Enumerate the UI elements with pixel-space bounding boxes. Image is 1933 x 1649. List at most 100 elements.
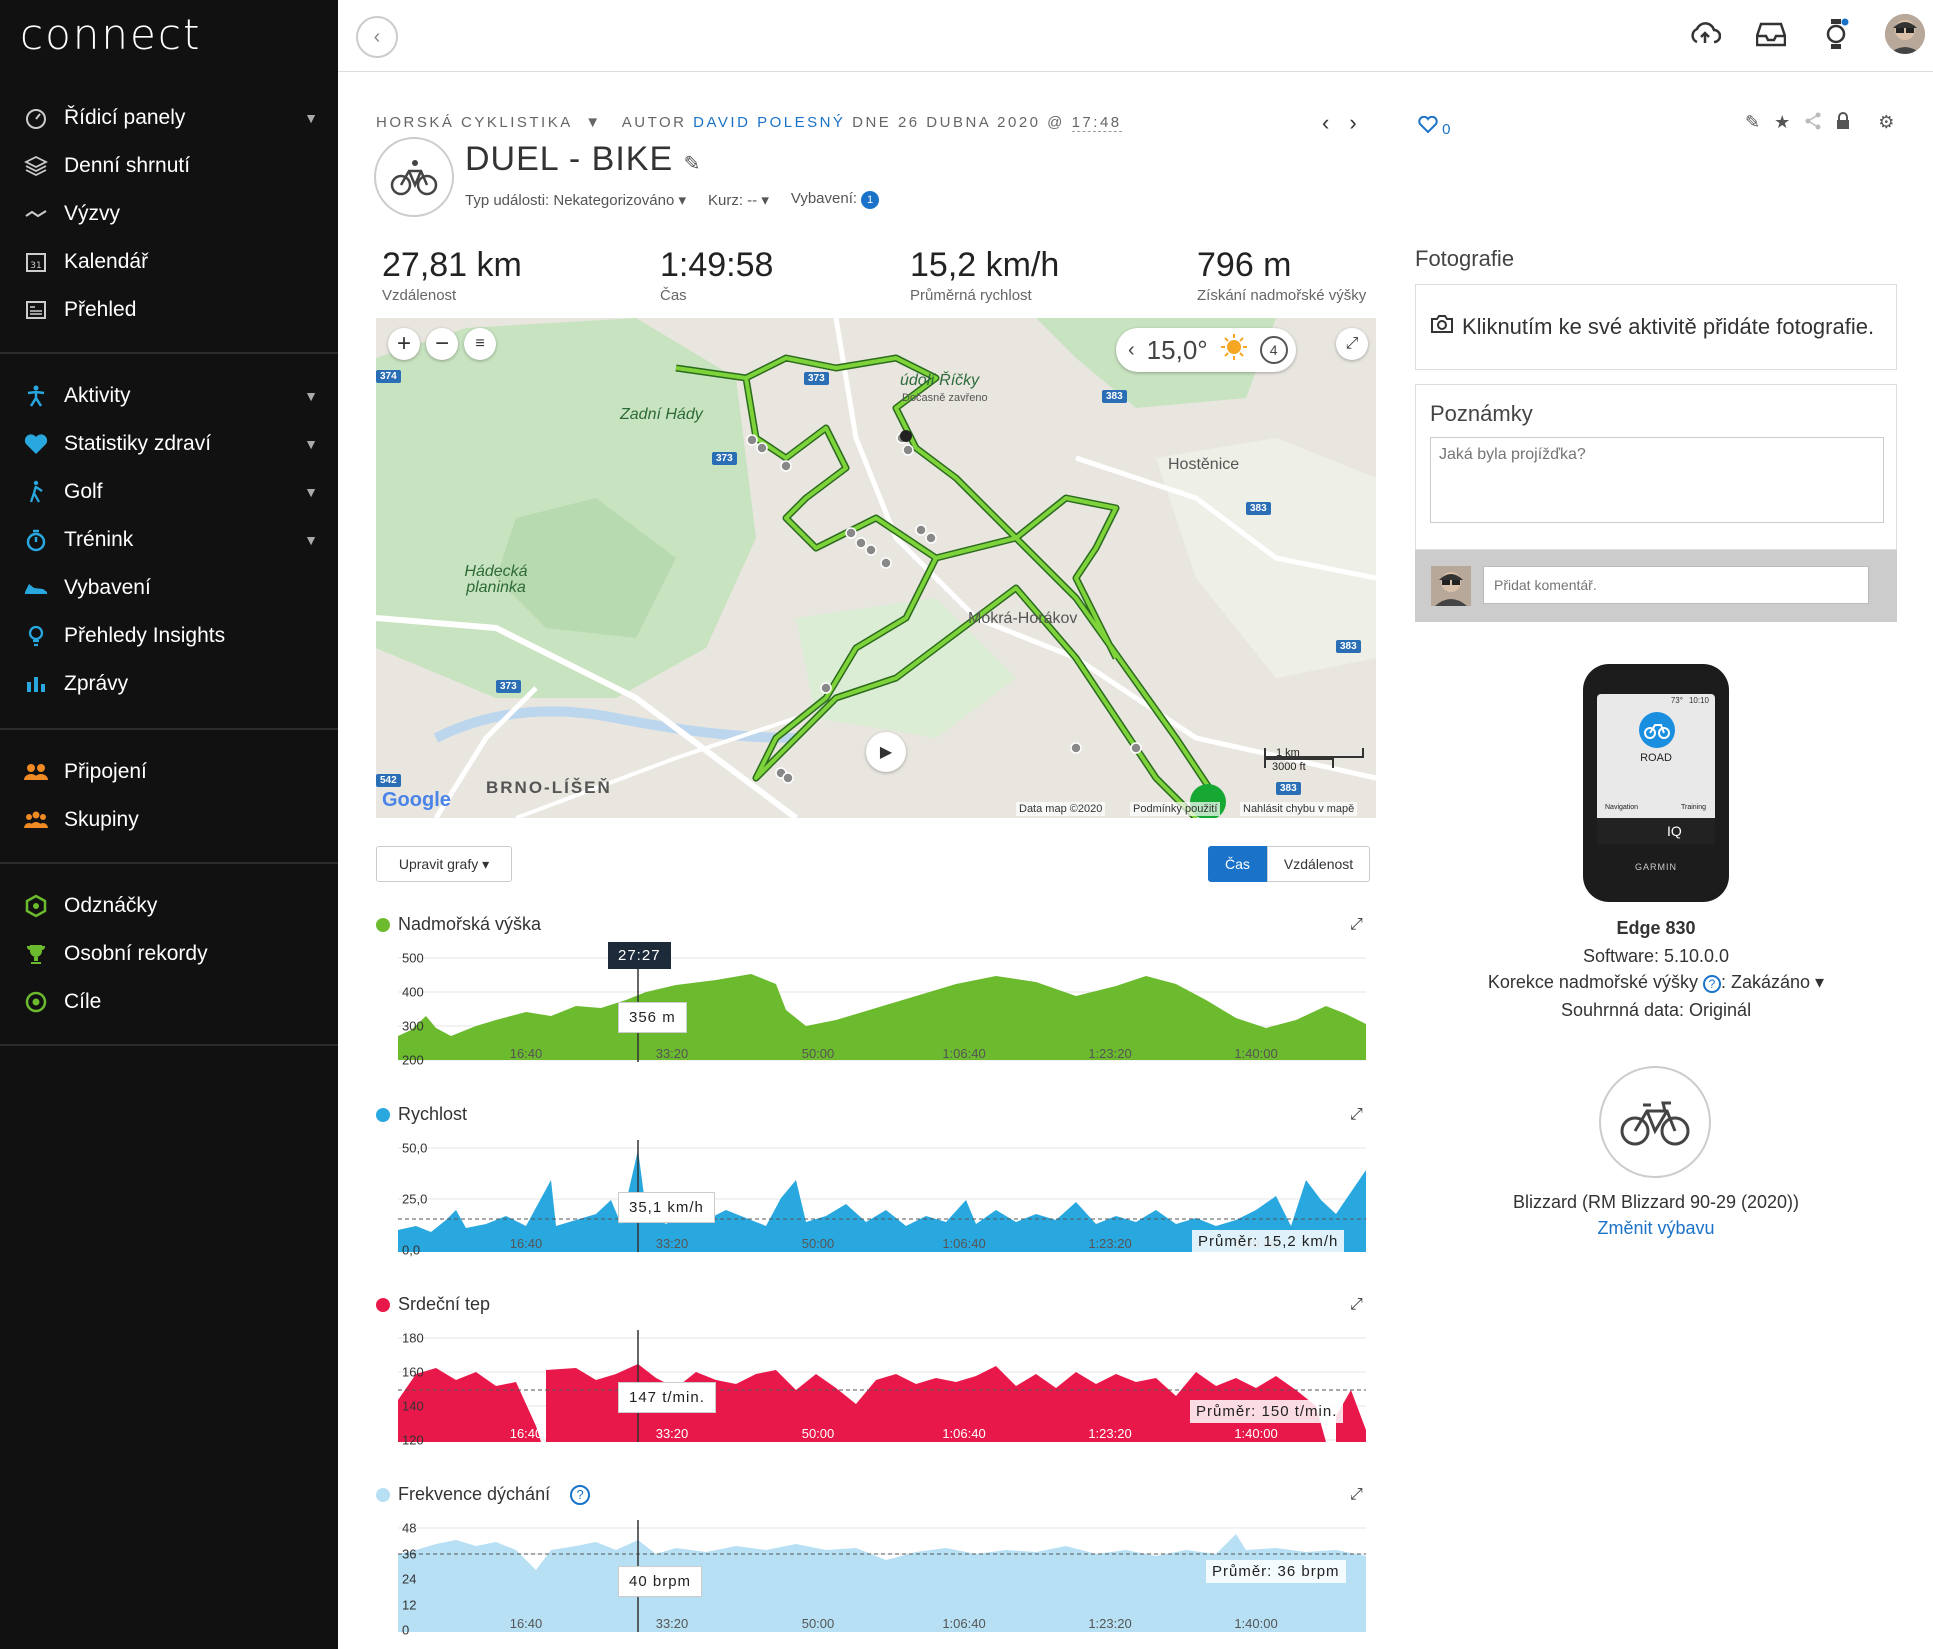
sidebar-item-gear[interactable]: Vybavení [0,564,338,612]
nav-group-social: Připojení Skupiny [0,748,338,844]
user-avatar[interactable] [1885,14,1925,54]
y-tick: 48 [402,1520,417,1536]
notes-input[interactable] [1430,437,1884,523]
route-map[interactable]: + − ≡ ‹ 15,0° 4 ⤢ Zadní Hády Hádecká pla… [376,318,1376,818]
activity-time[interactable]: 17:48 [1071,114,1122,132]
caret-down-icon[interactable]: ▼ [579,114,616,131]
watch-icon[interactable] [1819,16,1855,52]
share-icon[interactable] [1804,112,1822,135]
fullscreen-map-button[interactable]: ⤢ [1336,328,1368,360]
y-tick: 200 [402,1052,424,1068]
sidebar-item-badges[interactable]: Odznáčky [0,882,338,930]
next-activity-icon[interactable]: › [1349,110,1356,136]
toggle-distance[interactable]: Vzdálenost [1266,846,1371,882]
sidebar-item-label: Skupiny [64,808,139,831]
breathing-chart[interactable]: 48 36 24 12 0 16:40 33:20 50:00 1:06:40 … [376,1520,1376,1640]
change-gear-link[interactable]: Změnit výbavu [1415,1218,1897,1239]
expand-chart-icon[interactable]: ⤢ [1350,1106,1363,1124]
back-button[interactable]: ‹ [356,16,398,58]
connect-logo[interactable]: connect [20,10,201,59]
sidebar-item-dashboards[interactable]: Řídicí panely ▼ [0,94,338,142]
map-attribution: Data map ©2020 [1016,802,1106,816]
sidebar-item-records[interactable]: Osobní rekordy [0,930,338,978]
activity-type[interactable]: HORSKÁ CYKLISTIKA [376,114,572,131]
help-icon[interactable]: ? [570,1484,591,1505]
x-tick: 33:20 [655,1616,689,1631]
photos-title: Fotografie [1415,246,1515,271]
device-screen-time: 10:10 [1688,696,1709,705]
stat-avg-speed: 15,2 km/h Průměrná rychlost [910,246,1059,304]
y-tick: 50,0 [402,1140,428,1156]
expand-chart-icon[interactable]: ⤢ [1350,1296,1363,1314]
sidebar-item-golf[interactable]: Golf ▼ [0,468,338,516]
chart-title-elevation: Nadmořská výška [376,914,541,935]
sidebar-item-calendar[interactable]: 31 Kalendář [0,238,338,286]
event-type-dropdown[interactable]: Typ události: Nekategorizováno ▾ [465,191,686,209]
course-dropdown[interactable]: Kurz: -- ▾ [708,191,769,209]
map-report-link[interactable]: Nahlásit chybu v mapě [1240,802,1358,816]
zoom-in-button[interactable]: + [388,328,420,360]
author-link[interactable]: DAVID POLESNÝ [693,114,845,131]
heart-rate-chart[interactable]: 180 160 140 120 16:40 33:20 50:00 1:06:4… [376,1330,1376,1450]
play-route-button[interactable]: ▶ [866,732,906,772]
expand-chart-icon[interactable]: ⤢ [1350,916,1363,934]
map-layers-button[interactable]: ≡ [464,328,496,360]
like-button[interactable]: 0 [1418,115,1451,138]
help-icon[interactable]: ? [1702,975,1721,993]
road-shield: 383 [1336,640,1361,653]
stat-value: 1:49:58 [660,246,774,284]
comment-input[interactable] [1483,566,1869,604]
x-axis-toggle: Čas Vzdálenost [1208,846,1371,882]
elev-correction-dropdown[interactable]: : Zakázáno ▾ [1721,972,1824,992]
play-icon: ▶ [879,744,893,761]
edit-charts-button[interactable]: Upravit grafy ▾ [376,846,512,882]
x-tick: 50:00 [801,1236,835,1251]
upload-cloud-icon[interactable] [1687,16,1723,52]
sidebar-divider [0,728,338,730]
stat-label: Vzdálenost [382,287,457,304]
toggle-time[interactable]: Čas [1208,846,1267,882]
sidebar-item-insights[interactable]: Přehledy Insights [0,612,338,660]
chevron-left-icon[interactable]: ‹ [1128,339,1135,362]
device-screen-nav: Navigation [1605,804,1639,811]
map-scale: 1 km 3000 ft [1264,748,1364,773]
zoom-out-button[interactable]: − [426,328,458,360]
group-icon [22,806,50,834]
lock-icon[interactable] [1836,112,1850,135]
star-icon[interactable]: ★ [1774,112,1790,135]
elevation-chart[interactable]: 500 400 300 200 16:40 33:20 50:00 1:06:4… [376,942,1376,1070]
sidebar-item-activities[interactable]: Aktivity ▼ [0,372,338,420]
wind-speed: 4 [1269,342,1278,358]
bike-name: Blizzard (RM Blizzard 90-29 (2020)) [1512,1192,1800,1212]
map-terms-link[interactable]: Podmínky použití [1130,802,1221,816]
edit-title-pencil-icon[interactable]: ✎ [684,153,702,175]
prev-activity-icon[interactable]: ‹ [1322,110,1329,136]
stat-time: 1:49:58 Čas [660,246,773,304]
gear-info[interactable]: Vybavení: 1 [791,190,880,209]
add-photo-button[interactable]: Kliknutím ke své aktivitě přidáte fotogr… [1415,284,1897,370]
sidebar-item-groups[interactable]: Skupiny [0,796,338,844]
x-tick: 1:40:00 [1234,1616,1278,1631]
sidebar-item-training[interactable]: Trénink ▼ [0,516,338,564]
summary-data: Souhrnná data: Originál [1560,1000,1752,1020]
inbox-icon[interactable] [1753,16,1789,52]
sidebar-item-overview[interactable]: Přehled [0,286,338,334]
sidebar-item-reports[interactable]: Zprávy [0,660,338,708]
expand-chart-icon[interactable]: ⤢ [1350,1486,1363,1504]
legend-dot [376,1487,390,1502]
sidebar-item-health-stats[interactable]: Statistiky zdraví ▼ [0,420,338,468]
gear-icon[interactable]: ⚙ [1878,112,1894,135]
speed-chart[interactable]: 50,0 25,0 0,0 16:40 33:20 50:00 1:06:40 … [376,1140,1376,1260]
sidebar-item-label: Aktivity [64,384,131,407]
sidebar-item-label: Zprávy [64,672,129,695]
sidebar-item-connections[interactable]: Připojení [0,748,338,796]
map-place: BRNO-LÍŠEŇ [486,778,612,797]
sidebar-item-label: Přehled [64,298,137,321]
weather-widget[interactable]: ‹ 15,0° 4 [1116,328,1296,372]
pencil-icon[interactable]: ✎ [1745,112,1760,135]
chart-title-text: Rychlost [398,1104,468,1124]
sidebar-item-goals[interactable]: Cíle [0,978,338,1026]
sidebar-item-daily-summary[interactable]: Denní shrnutí [0,142,338,190]
sidebar-item-label: Odznáčky [64,894,158,917]
sidebar-item-challenges[interactable]: Výzvy [0,190,338,238]
